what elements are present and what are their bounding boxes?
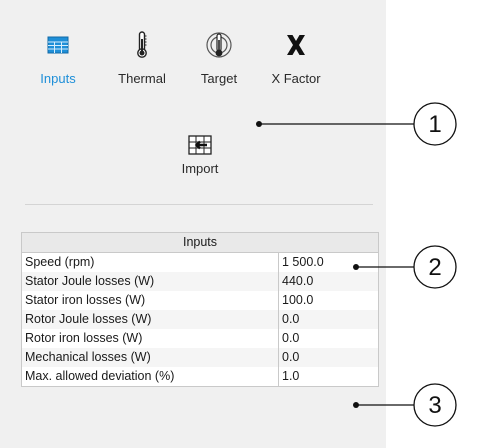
- thermal-tool[interactable]: Thermal: [107, 30, 177, 90]
- row-label: Mechanical losses (W): [25, 350, 151, 364]
- separator: [25, 204, 373, 205]
- import-tool-label: Import: [181, 161, 219, 176]
- x-factor-tool-label: X Factor: [271, 71, 321, 86]
- table-row: Max. allowed deviation (%) 1.0: [22, 367, 378, 386]
- toolbar: Inputs Thermal Target X Factor: [0, 0, 386, 100]
- stator-joule-losses-field[interactable]: 440.0: [278, 272, 378, 291]
- side-panel: Inputs Thermal Target X Factor Import In…: [0, 0, 386, 448]
- table-row: Stator iron losses (W) 100.0: [22, 291, 378, 310]
- callout-number: 2: [428, 254, 441, 281]
- row-label: Max. allowed deviation (%): [25, 369, 175, 383]
- row-label: Rotor iron losses (W): [25, 331, 143, 345]
- mechanical-losses-field[interactable]: 0.0: [278, 348, 378, 367]
- row-label: Stator Joule losses (W): [25, 274, 155, 288]
- row-label: Stator iron losses (W): [25, 293, 146, 307]
- inputs-table-header: Inputs: [22, 233, 378, 253]
- import-icon: [188, 135, 212, 155]
- inputs-tool-label: Inputs: [40, 71, 76, 86]
- inputs-tool[interactable]: Inputs: [23, 30, 93, 90]
- rotor-joule-losses-field[interactable]: 0.0: [278, 310, 378, 329]
- table-icon: [47, 36, 69, 54]
- thermal-tool-label: Thermal: [118, 71, 166, 86]
- table-row: Speed (rpm) 1 500.0: [22, 253, 378, 272]
- thermometer-icon: [137, 31, 147, 58]
- table-row: Stator Joule losses (W) 440.0: [22, 272, 378, 291]
- max-allowed-deviation-field[interactable]: 1.0: [278, 367, 378, 386]
- stator-iron-losses-field[interactable]: 100.0: [278, 291, 378, 310]
- row-label: Speed (rpm): [25, 255, 95, 269]
- table-row: Rotor Joule losses (W) 0.0: [22, 310, 378, 329]
- rotor-iron-losses-field[interactable]: 0.0: [278, 329, 378, 348]
- table-row: Rotor iron losses (W) 0.0: [22, 329, 378, 348]
- table-row: Mechanical losses (W) 0.0: [22, 348, 378, 367]
- target-thermometer-icon: [206, 32, 232, 58]
- import-tool[interactable]: Import: [165, 133, 235, 183]
- callout-number: 3: [428, 392, 441, 419]
- row-label: Rotor Joule losses (W): [25, 312, 152, 326]
- callout-number: 1: [428, 111, 441, 138]
- x-factor-tool[interactable]: X Factor: [261, 30, 331, 90]
- target-tool[interactable]: Target: [184, 30, 254, 90]
- x-factor-icon: [287, 35, 305, 55]
- inputs-table: Inputs Speed (rpm) 1 500.0 Stator Joule …: [21, 232, 379, 387]
- speed-value-field[interactable]: 1 500.0: [278, 253, 378, 272]
- target-tool-label: Target: [200, 71, 238, 86]
